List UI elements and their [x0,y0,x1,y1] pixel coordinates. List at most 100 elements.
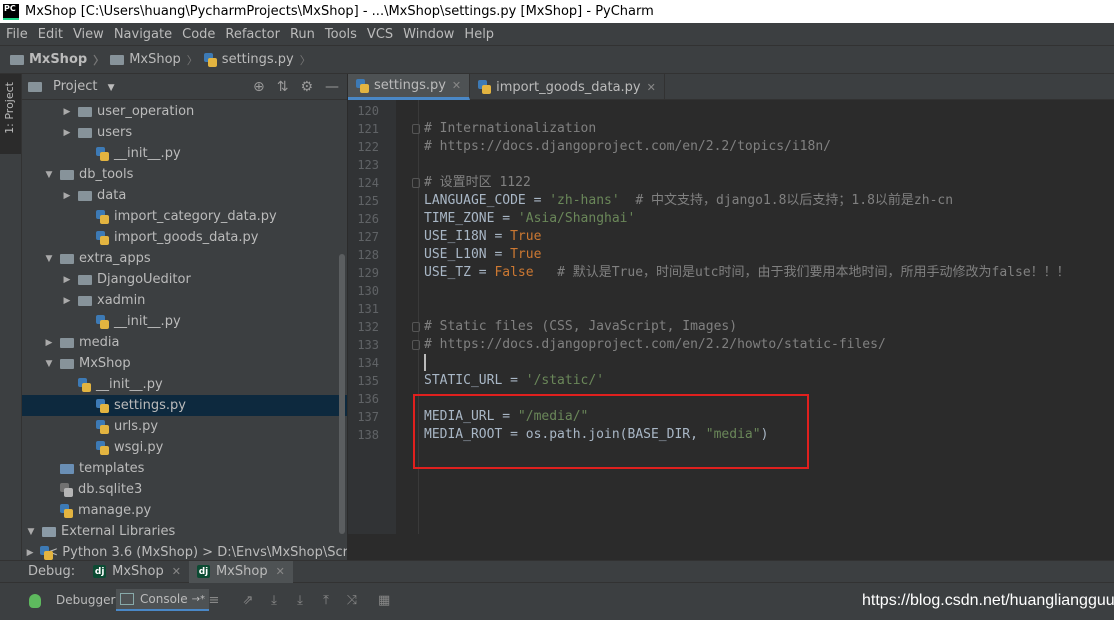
project-panel-tools: ⊕ ⇅ ⚙ — [253,79,339,95]
tree-item[interactable]: ▼ External Libraries [22,521,347,542]
tree-item[interactable]: __init__.py [22,374,347,395]
collapsed-arrow-icon[interactable]: ▶ [44,338,54,348]
expanded-arrow-icon[interactable]: ▼ [44,359,54,369]
breadcrumb-folder[interactable]: MxShop 〉 [110,52,204,68]
line-number: 120 [357,104,379,118]
tree-item[interactable]: import_category_data.py [22,206,347,227]
menu-item-code[interactable]: Code [177,27,220,42]
tree-item[interactable]: ▼ MxShop [22,353,347,374]
debugger-tab-label: Debugger [56,593,116,607]
project-tool-tab-label: 1: Project [3,82,16,134]
collapsed-arrow-icon[interactable]: ▶ [62,296,72,306]
code-token: USE_I18N = [424,229,511,244]
debug-tab-label: MxShop [215,564,268,579]
tree-item[interactable]: ▶ < Python 3.6 (MxShop) > D:\Envs\MxShop\… [22,542,347,560]
editor-tab-settings[interactable]: settings.py ✕ [348,74,471,100]
expanded-arrow-icon[interactable]: ▼ [44,254,54,264]
tree-item-label: data [97,188,127,203]
menu-item-help[interactable]: Help [459,27,499,42]
menu-item-window[interactable]: Window [398,27,459,42]
expanded-arrow-icon[interactable]: ▼ [26,527,36,537]
fold-marker-icon[interactable] [412,322,420,332]
collapsed-arrow-icon[interactable]: ▶ [62,107,72,117]
code-line: # Internationalization [424,120,596,138]
tree-item[interactable]: ▶ media [22,332,347,353]
collapse-all-icon[interactable]: ⇅ [277,79,289,95]
line-number: 121 [357,122,379,136]
menu-item-run[interactable]: Run [285,27,320,42]
run-to-cursor-icon[interactable]: ⤨ [346,594,358,608]
folder-icon [10,54,24,65]
project-tool-tab[interactable]: 1: Project [0,74,21,154]
tree-item[interactable]: wsgi.py [22,437,347,458]
project-view-selector[interactable]: Project ▼ [53,79,115,94]
line-number: 131 [357,302,379,316]
close-icon[interactable]: ✕ [452,79,461,92]
close-icon[interactable]: ✕ [172,565,181,578]
code-line: USE_TZ = False # 默认是True，时间是utc时间，由于我们要用… [424,264,1070,282]
tree-item[interactable]: ▶ users [22,122,347,143]
menu-item-tools[interactable]: Tools [320,27,362,42]
hide-panel-icon[interactable]: — [325,79,339,95]
menu-item-view[interactable]: View [68,27,109,42]
step-out-icon[interactable]: ⤒ [320,594,332,608]
tree-item[interactable]: import_goods_data.py [22,227,347,248]
tree-item[interactable]: manage.py [22,500,347,521]
debugger-tab[interactable]: Debugger [52,589,119,611]
debug-label: Debug: [28,564,76,579]
python-file-icon [60,503,73,518]
menu-item-edit[interactable]: Edit [33,27,68,42]
tree-item[interactable]: ▶ xadmin [22,290,347,311]
navigation-bar: MxShop 〉 MxShop 〉 settings.py 〉 [0,45,1114,74]
fold-marker-icon[interactable] [412,124,420,134]
collapsed-arrow-icon[interactable]: ▶ [27,548,34,558]
console-icon [120,593,134,605]
menu-item-navigate[interactable]: Navigate [109,27,177,42]
tree-item[interactable]: ▶ user_operation [22,101,347,122]
debug-tab-mxshop-1[interactable]: dj MxShop ✕ [85,561,189,583]
breadcrumb-project[interactable]: MxShop 〉 [10,52,110,68]
collapsed-arrow-icon[interactable]: ▶ [62,275,72,285]
tree-item[interactable]: ▶ DjangoUeditor [22,269,347,290]
editor-tab-import-goods[interactable]: import_goods_data.py ✕ [470,74,665,100]
close-icon[interactable]: ✕ [647,81,656,94]
folder-icon [78,274,92,285]
list-icon[interactable]: ≡ [208,594,220,608]
code-token: # 中文支持，django1.8以后支持；1.8以前是zh-cn [619,193,954,208]
tree-item[interactable]: settings.py [22,395,347,416]
tree-item[interactable]: urls.py [22,416,347,437]
locate-file-icon[interactable]: ⊕ [253,79,265,95]
collapsed-arrow-icon[interactable]: ▶ [62,128,72,138]
console-tab[interactable]: Console →* [116,589,210,611]
tree-item[interactable]: ▼ db_tools [22,164,347,185]
project-scrollbar[interactable] [339,254,345,534]
gear-icon[interactable]: ⚙ [300,79,313,95]
bug-icon[interactable] [29,594,41,608]
python-file-icon [96,230,109,245]
code-token: False [494,265,534,280]
tree-item[interactable]: db.sqlite3 [22,479,347,500]
close-icon[interactable]: ✕ [276,565,285,578]
fold-marker-icon[interactable] [412,340,420,350]
expanded-arrow-icon[interactable]: ▼ [44,170,54,180]
fold-marker-icon[interactable] [412,178,420,188]
evaluate-expression-icon[interactable]: ▦ [378,594,390,608]
tree-item[interactable]: templates [22,458,347,479]
collapsed-arrow-icon[interactable]: ▶ [62,191,72,201]
tree-item[interactable]: ▶ data [22,185,347,206]
pycharm-logo-icon: PC [3,3,19,20]
menu-item-file[interactable]: File [1,27,33,42]
python-file-icon [96,146,109,161]
step-into-icon[interactable]: ⤓ [294,594,306,608]
menu-item-vcs[interactable]: VCS [362,27,398,42]
tree-item[interactable]: __init__.py [22,311,347,332]
debug-tab-mxshop-2[interactable]: dj MxShop ✕ [188,560,293,583]
step-over-icon[interactable]: ⤓ [268,594,280,608]
tree-item[interactable]: ▼ extra_apps [22,248,347,269]
show-execution-point-icon[interactable]: ⇗ [242,594,254,608]
tree-item[interactable]: __init__.py [22,143,347,164]
tree-item-label: MxShop [79,356,131,371]
breadcrumb-file[interactable]: settings.py 〉 [203,52,317,68]
menu-item-refactor[interactable]: Refactor [220,27,285,42]
line-number: 129 [357,266,379,280]
